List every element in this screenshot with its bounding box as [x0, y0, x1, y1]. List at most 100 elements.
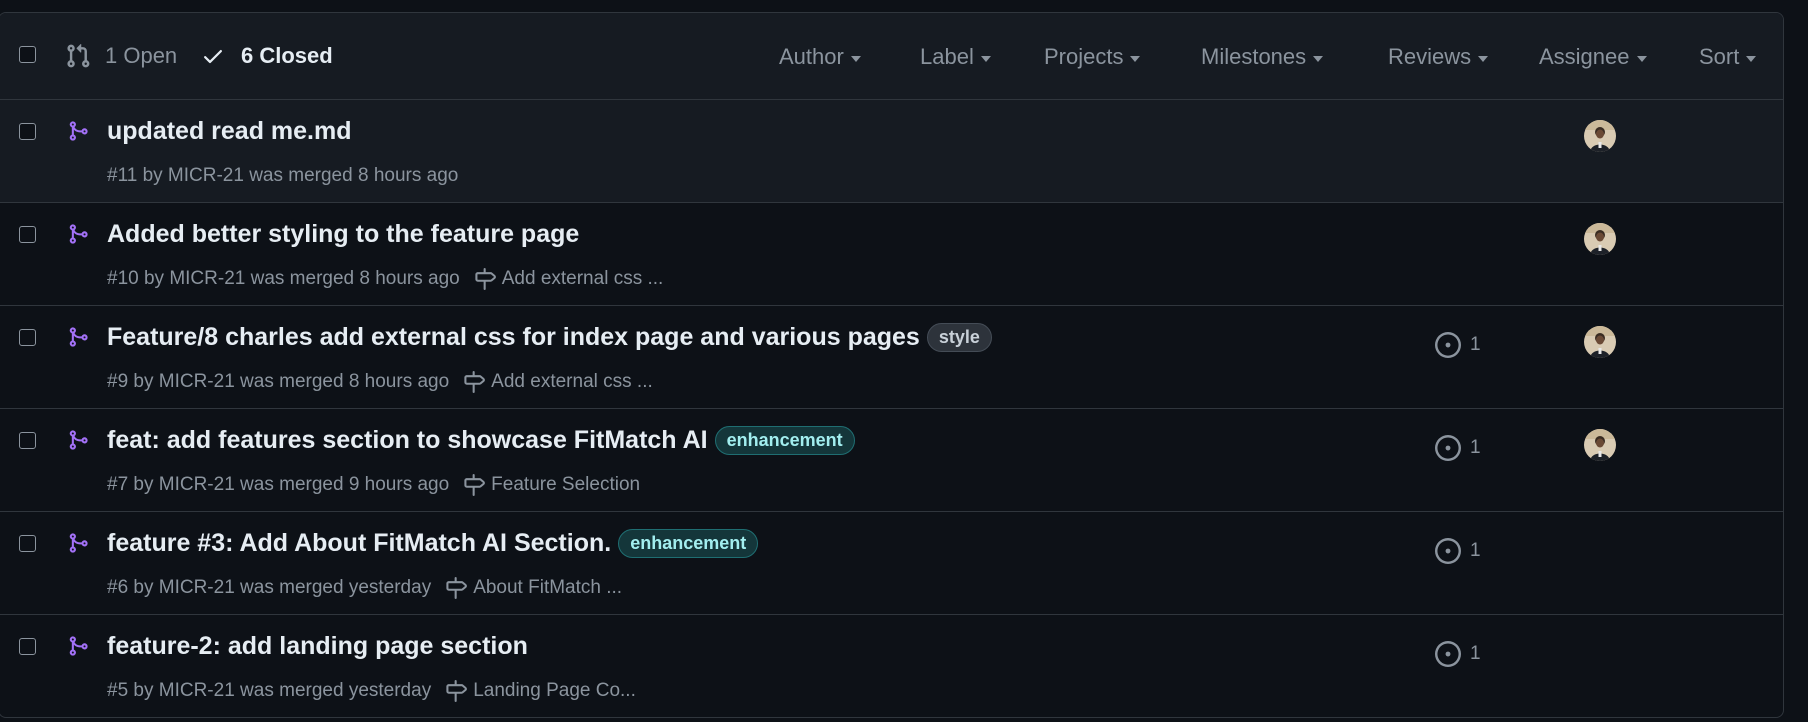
- pull-request-icon: [67, 43, 90, 68]
- milestone-icon: [445, 680, 473, 702]
- issue-opened-icon: [1435, 538, 1470, 564]
- assignee-avatar[interactable]: [1584, 223, 1616, 255]
- merged-pr-icon: [67, 326, 89, 353]
- pr-title-link[interactable]: feature #3: Add About FitMatch AI Sectio…: [107, 529, 611, 558]
- row-checkbox[interactable]: [19, 432, 36, 449]
- row-checkbox[interactable]: [19, 535, 36, 552]
- milestone-link[interactable]: About FitMatch ...: [445, 577, 622, 599]
- pull-request-row[interactable]: feature #3: Add About FitMatch AI Sectio…: [0, 512, 1783, 615]
- reviews-filter[interactable]: Reviews: [1388, 44, 1489, 70]
- label-badge[interactable]: enhancement: [618, 529, 759, 558]
- pull-request-row[interactable]: updated read me.md #11 by MICR-21 was mer…: [0, 100, 1783, 203]
- row-checkbox[interactable]: [19, 329, 36, 346]
- chevron-down-icon: [850, 55, 861, 62]
- linked-issues-count: 1: [1470, 437, 1481, 458]
- pr-meta-text: #9 by MICR-21 was merged 8 hours ago: [107, 371, 450, 392]
- pr-title-line: updated read me.md: [107, 117, 352, 146]
- assignee-avatar[interactable]: [1584, 326, 1616, 358]
- row-checkbox[interactable]: [19, 226, 36, 243]
- pr-title-line: feature #3: Add About FitMatch AI Sectio…: [107, 529, 759, 558]
- pr-title-link[interactable]: updated read me.md: [107, 117, 352, 146]
- pull-request-rows: updated read me.md #11 by MICR-21 was mer…: [0, 100, 1783, 717]
- label-filter[interactable]: Label: [920, 44, 991, 70]
- chevron-down-icon: [980, 55, 991, 62]
- label-filter-label: Label: [920, 44, 974, 69]
- pr-meta: #6 by MICR-21 was merged yesterday About …: [107, 577, 622, 599]
- linked-issues[interactable]: 1: [1435, 538, 1481, 564]
- pr-meta: #11 by MICR-21 was merged 8 hours ago: [107, 165, 458, 187]
- milestone-label: Add external css ...: [501, 268, 664, 289]
- open-count-label: 1 Open: [105, 43, 178, 68]
- label-badge[interactable]: enhancement: [714, 426, 855, 455]
- issue-opened-icon: [1435, 332, 1470, 358]
- pr-title-line: Added better styling to the feature page: [107, 220, 579, 249]
- author-filter-label: Author: [779, 44, 844, 69]
- linked-issues-count: 1: [1470, 334, 1481, 355]
- pr-title-link[interactable]: Feature/8 charles add external css for i…: [107, 323, 920, 352]
- reviews-filter-label: Reviews: [1388, 44, 1472, 69]
- issue-opened-icon: [1435, 641, 1470, 667]
- milestones-filter[interactable]: Milestones: [1201, 44, 1324, 70]
- pr-meta-text: #6 by MICR-21 was merged yesterday: [107, 577, 432, 598]
- chevron-down-icon: [1130, 55, 1141, 62]
- milestone-label: Feature Selection: [491, 474, 641, 495]
- pr-meta: #7 by MICR-21 was merged 9 hours ago Feat…: [107, 474, 640, 496]
- linked-issues[interactable]: 1: [1435, 435, 1481, 461]
- author-filter[interactable]: Author: [779, 44, 861, 70]
- closed-filter-tab[interactable]: 6 Closed: [201, 43, 333, 69]
- pr-meta-text: #5 by MICR-21 was merged yesterday: [107, 680, 432, 701]
- pull-request-list: 1 Open 6 Closed Author Label Projects Mi…: [0, 12, 1784, 718]
- pull-request-row[interactable]: feature-2: add landing page section #5 by…: [0, 615, 1783, 717]
- projects-filter[interactable]: Projects: [1044, 44, 1141, 70]
- sort-filter[interactable]: Sort: [1699, 44, 1757, 70]
- assignee-filter[interactable]: Assignee: [1539, 44, 1647, 70]
- milestone-icon: [445, 577, 473, 599]
- milestones-filter-label: Milestones: [1201, 44, 1307, 69]
- pr-title-line: feature-2: add landing page section: [107, 632, 528, 661]
- milestone-icon: [463, 474, 491, 496]
- merged-pr-icon: [67, 120, 89, 147]
- pull-request-row[interactable]: Added better styling to the feature page…: [0, 203, 1783, 306]
- milestone-link[interactable]: Add external css ...: [474, 268, 664, 290]
- merged-pr-icon: [67, 532, 89, 559]
- milestone-label: Landing Page Co...: [473, 680, 636, 701]
- merged-pr-icon: [67, 635, 89, 662]
- pull-request-row[interactable]: Feature/8 charles add external css for i…: [0, 306, 1783, 409]
- issue-opened-icon: [1435, 435, 1470, 461]
- merged-pr-icon: [67, 429, 89, 456]
- pr-title-link[interactable]: feat: add features section to showcase F…: [107, 426, 708, 455]
- row-checkbox[interactable]: [19, 638, 36, 655]
- label-badge[interactable]: style: [926, 323, 992, 352]
- milestone-link[interactable]: Add external css ...: [463, 371, 653, 393]
- pull-request-row[interactable]: feat: add features section to showcase F…: [0, 409, 1783, 512]
- pr-title-line: Feature/8 charles add external css for i…: [107, 323, 992, 352]
- chevron-down-icon: [1746, 55, 1757, 62]
- pr-title-link[interactable]: Added better styling to the feature page: [107, 220, 579, 249]
- row-checkbox[interactable]: [19, 123, 36, 140]
- pr-meta: #10 by MICR-21 was merged 8 hours ago Add…: [107, 268, 663, 290]
- pr-title-link[interactable]: feature-2: add landing page section: [107, 632, 528, 661]
- linked-issues-count: 1: [1470, 643, 1481, 664]
- chevron-down-icon: [1478, 55, 1489, 62]
- milestone-label: Add external css ...: [491, 371, 653, 392]
- merged-pr-icon: [67, 223, 89, 250]
- assignee-avatar[interactable]: [1584, 429, 1616, 461]
- linked-issues[interactable]: 1: [1435, 332, 1481, 358]
- milestone-icon: [463, 371, 491, 393]
- pr-meta: #9 by MICR-21 was merged 8 hours ago Add …: [107, 371, 653, 393]
- select-all-checkbox[interactable]: [19, 46, 36, 63]
- sort-filter-label: Sort: [1699, 44, 1740, 69]
- chevron-down-icon: [1636, 55, 1647, 62]
- assignee-avatar[interactable]: [1584, 120, 1616, 152]
- pr-meta-text: #7 by MICR-21 was merged 9 hours ago: [107, 474, 450, 495]
- milestone-icon: [474, 268, 502, 290]
- assignee-filter-label: Assignee: [1539, 44, 1630, 69]
- pr-meta-text: #10 by MICR-21 was merged 8 hours ago: [107, 268, 460, 289]
- chevron-down-icon: [1313, 55, 1324, 62]
- open-filter-tab[interactable]: 1 Open: [65, 43, 177, 69]
- milestone-label: About FitMatch ...: [473, 577, 623, 598]
- milestone-link[interactable]: Feature Selection: [463, 474, 640, 496]
- linked-issues[interactable]: 1: [1435, 641, 1481, 667]
- milestone-link[interactable]: Landing Page Co...: [445, 680, 636, 702]
- pr-meta-text: #11 by MICR-21 was merged 8 hours ago: [107, 165, 459, 186]
